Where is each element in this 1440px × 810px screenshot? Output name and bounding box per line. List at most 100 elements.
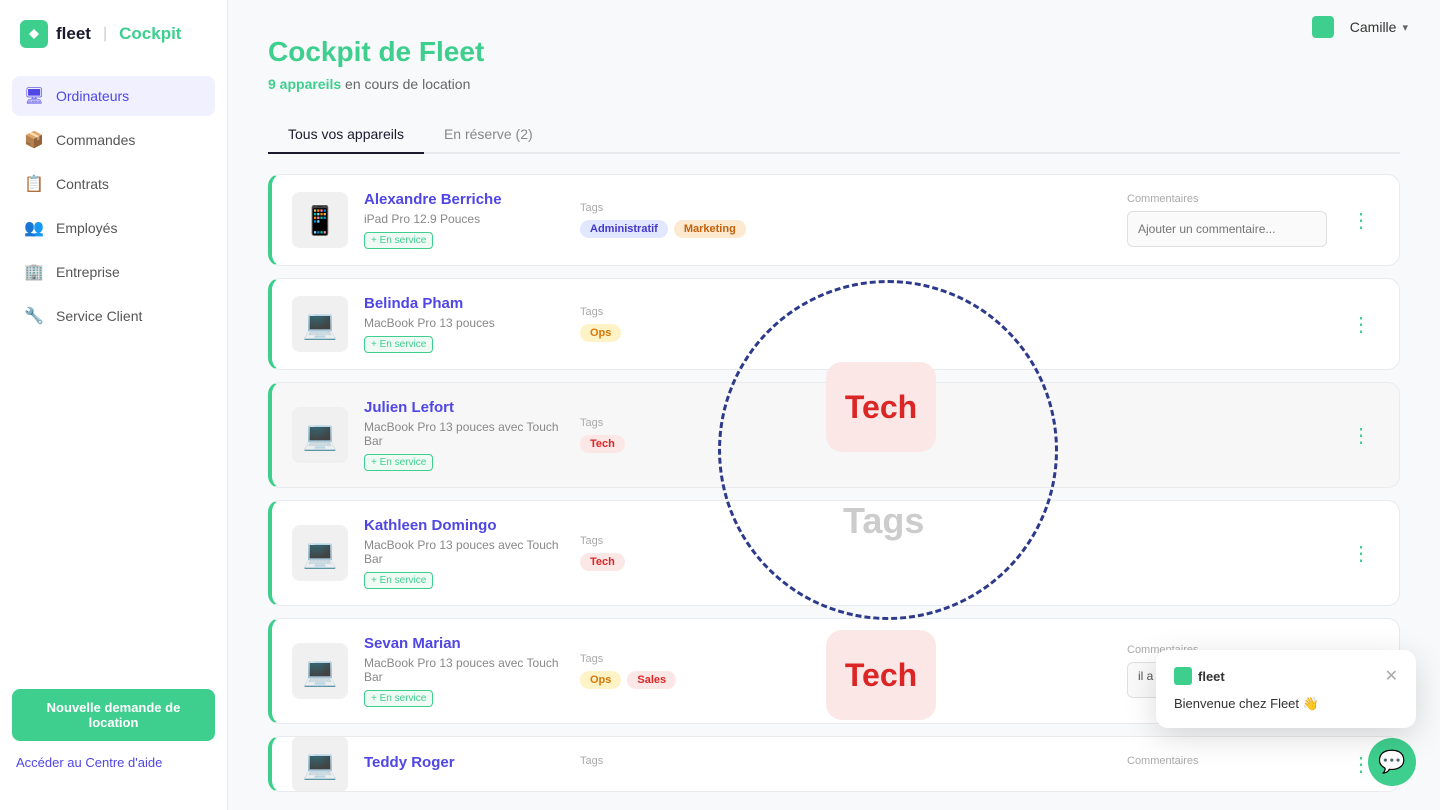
sidebar-item-contrats[interactable]: 📋 Contrats xyxy=(12,164,215,204)
fleet-logo-icon xyxy=(20,20,48,48)
sidebar-item-label: Contrats xyxy=(56,176,109,192)
device-image: 💻 xyxy=(292,736,348,792)
topbar: Camille ▾ xyxy=(1280,0,1440,54)
sidebar-bottom: Nouvelle demande de location Accéder au … xyxy=(0,673,227,790)
device-tags-section: Tags Tech xyxy=(580,535,1111,571)
chat-popup: fleet ✕ Bienvenue chez Fleet 👋 xyxy=(1156,650,1416,728)
chat-message: Bienvenue chez Fleet 👋 xyxy=(1174,696,1398,712)
device-model: MacBook Pro 13 pouces xyxy=(364,316,564,330)
title-prefix: Cockpit de xyxy=(268,36,419,67)
tag-badge: Sales xyxy=(627,671,676,689)
device-status: + En service xyxy=(364,232,433,249)
device-status: + En service xyxy=(364,454,433,471)
device-row: 💻 Kathleen Domingo MacBook Pro 13 pouces… xyxy=(268,500,1400,606)
device-tabs: Tous vos appareils En réserve (2) xyxy=(268,116,1400,154)
device-count: 9 appareils xyxy=(268,76,341,92)
tag-badge: Tech xyxy=(580,435,625,453)
sidebar-item-entreprise[interactable]: 🏢 Entreprise xyxy=(12,252,215,292)
device-tags-section: Tags Ops Sales xyxy=(580,653,1111,689)
sidebar-item-label: Ordinateurs xyxy=(56,88,129,104)
device-model: MacBook Pro 13 pouces avec Touch Bar xyxy=(364,420,564,448)
sidebar-item-service-client[interactable]: 🔧 Service Client xyxy=(12,296,215,336)
device-tags-section: Tags Administratif Marketing xyxy=(580,202,1111,238)
comments-label: Commentaires xyxy=(1127,193,1327,205)
device-image: 💻 xyxy=(292,525,348,581)
service-client-icon: 🔧 xyxy=(24,306,44,326)
subtitle-rest: en cours de location xyxy=(341,76,470,92)
tag-badge: Tech xyxy=(580,553,625,571)
user-name: Camille xyxy=(1350,19,1397,35)
chat-widget: fleet ✕ Bienvenue chez Fleet 👋 💬 xyxy=(1156,650,1416,786)
more-options-button[interactable]: ⋮ xyxy=(1343,308,1379,341)
device-info: Belinda Pham MacBook Pro 13 pouces + En … xyxy=(364,295,564,353)
device-info: Teddy Roger xyxy=(364,754,564,775)
chat-popup-logo: fleet xyxy=(1174,667,1225,685)
tag-badge: Ops xyxy=(580,324,621,342)
device-name: Kathleen Domingo xyxy=(364,517,564,534)
ordinateurs-icon: 🖥 xyxy=(24,86,44,106)
device-tags-section: Tags Ops xyxy=(580,306,1111,342)
topbar-fleet-icon xyxy=(1312,16,1334,38)
sidebar-item-label: Commandes xyxy=(56,132,135,148)
device-image: 📱 xyxy=(292,192,348,248)
device-info: Julien Lefort MacBook Pro 13 pouces avec… xyxy=(364,399,564,471)
device-model: MacBook Pro 13 pouces avec Touch Bar xyxy=(364,656,564,684)
user-menu[interactable]: Camille ▾ xyxy=(1350,19,1408,35)
help-link[interactable]: Accéder au Centre d'aide xyxy=(12,751,215,774)
device-row: 📱 Alexandre Berriche iPad Pro 12.9 Pouce… xyxy=(268,174,1400,266)
tag-badges: Ops xyxy=(580,324,1111,342)
page-title: Cockpit de Fleet xyxy=(268,36,1400,68)
device-tags-section: Tags Tech xyxy=(580,417,1111,453)
sidebar-item-commandes[interactable]: 📦 Commandes xyxy=(12,120,215,160)
device-image: 💻 xyxy=(292,296,348,352)
tags-label: Tags xyxy=(580,202,1111,214)
device-name: Julien Lefort xyxy=(364,399,564,416)
device-row: 💻 Belinda Pham MacBook Pro 13 pouces + E… xyxy=(268,278,1400,370)
comment-input[interactable] xyxy=(1127,211,1327,247)
chat-popup-header: fleet ✕ xyxy=(1174,666,1398,686)
tags-label: Tags xyxy=(580,535,1111,547)
more-options-button[interactable]: ⋮ xyxy=(1343,204,1379,237)
device-name: Teddy Roger xyxy=(364,754,564,771)
sidebar-item-employes[interactable]: 👥 Employés xyxy=(12,208,215,248)
chat-fleet-icon xyxy=(1174,667,1192,685)
chat-close-button[interactable]: ✕ xyxy=(1385,666,1398,686)
tag-badges: Tech xyxy=(580,553,1111,571)
commandes-icon: 📦 xyxy=(24,130,44,150)
device-model: iPad Pro 12.9 Pouces xyxy=(364,212,564,226)
cockpit-logo-text: Cockpit xyxy=(119,24,181,44)
tag-badge: Administratif xyxy=(580,220,668,238)
more-options-button[interactable]: ⋮ xyxy=(1343,419,1379,452)
tab-reserve[interactable]: En réserve (2) xyxy=(424,116,553,154)
tag-badge: Marketing xyxy=(674,220,746,238)
tags-label: Tags xyxy=(580,306,1111,318)
tags-label: Tags xyxy=(580,755,1111,767)
sidebar-item-label: Employés xyxy=(56,220,117,236)
device-info: Kathleen Domingo MacBook Pro 13 pouces a… xyxy=(364,517,564,589)
new-rental-button[interactable]: Nouvelle demande de location xyxy=(12,689,215,741)
tag-badges: Tech xyxy=(580,435,1111,453)
device-info: Sevan Marian MacBook Pro 13 pouces avec … xyxy=(364,635,564,707)
topbar-logo xyxy=(1312,16,1334,38)
tab-all-devices[interactable]: Tous vos appareils xyxy=(268,116,424,154)
device-image: 💻 xyxy=(292,407,348,463)
device-model: MacBook Pro 13 pouces avec Touch Bar xyxy=(364,538,564,566)
device-name: Alexandre Berriche xyxy=(364,191,564,208)
tag-badges: Ops Sales xyxy=(580,671,1111,689)
device-status: + En service xyxy=(364,572,433,589)
device-name: Belinda Pham xyxy=(364,295,564,312)
device-image: 💻 xyxy=(292,643,348,699)
tag-badges: Administratif Marketing xyxy=(580,220,1111,238)
chevron-down-icon: ▾ xyxy=(1402,21,1408,34)
device-row: 💻 Julien Lefort MacBook Pro 13 pouces av… xyxy=(268,382,1400,488)
tags-label: Tags xyxy=(580,653,1111,665)
chat-open-button[interactable]: 💬 xyxy=(1368,738,1416,786)
sidebar: fleet | Cockpit 🖥 Ordinateurs 📦 Commande… xyxy=(0,0,228,810)
chat-fleet-name: fleet xyxy=(1198,669,1225,684)
more-options-button[interactable]: ⋮ xyxy=(1343,537,1379,570)
tags-label: Tags xyxy=(580,417,1111,429)
contrats-icon: 📋 xyxy=(24,174,44,194)
logo-divider: | xyxy=(103,25,107,43)
sidebar-item-ordinateurs[interactable]: 🖥 Ordinateurs xyxy=(12,76,215,116)
entreprise-icon: 🏢 xyxy=(24,262,44,282)
